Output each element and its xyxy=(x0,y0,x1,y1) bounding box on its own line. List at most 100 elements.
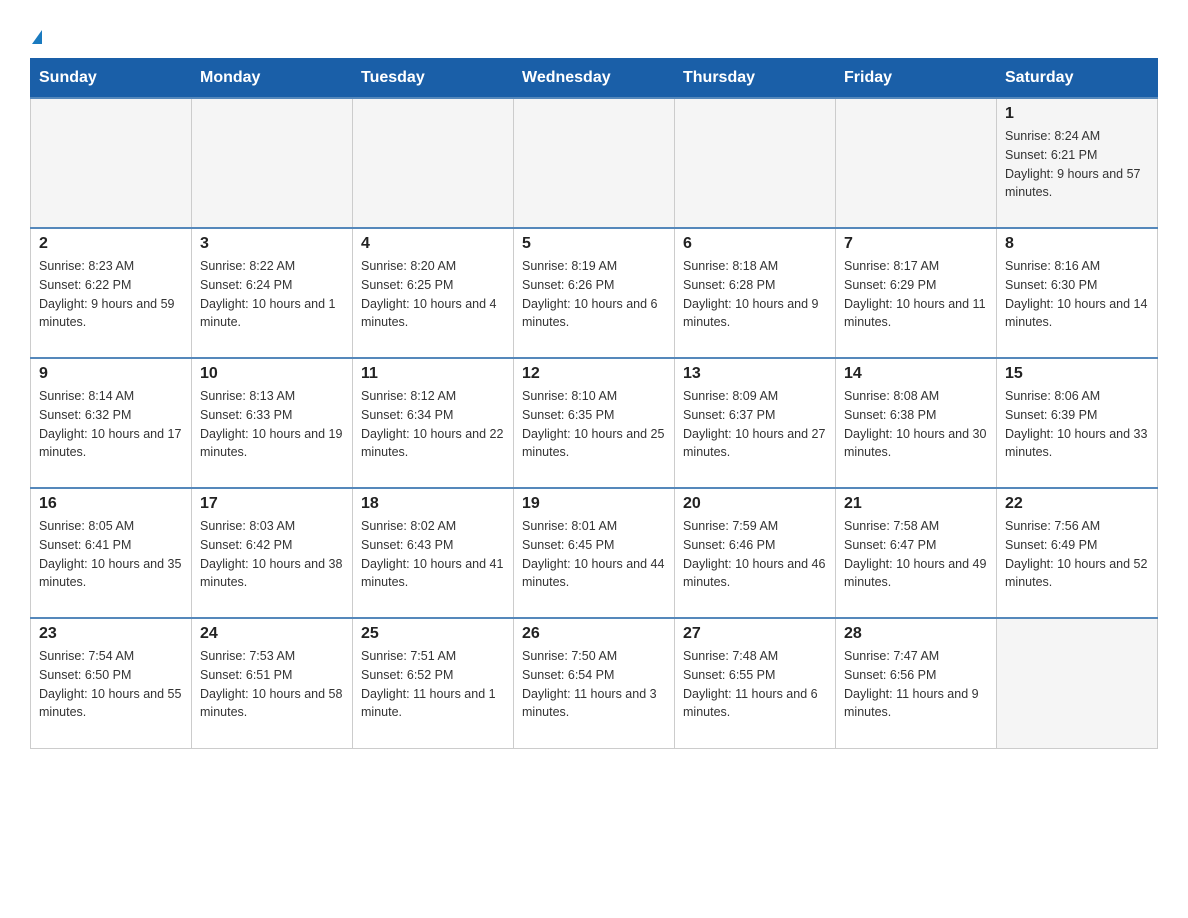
day-info: Sunrise: 7:54 AM Sunset: 6:50 PM Dayligh… xyxy=(39,647,183,722)
calendar-cell: 1 Sunrise: 8:24 AM Sunset: 6:21 PM Daylig… xyxy=(997,98,1158,228)
day-info: Sunrise: 7:56 AM Sunset: 6:49 PM Dayligh… xyxy=(1005,517,1149,592)
calendar-cell xyxy=(514,98,675,228)
calendar-cell: 19Sunrise: 8:01 AM Sunset: 6:45 PM Dayli… xyxy=(514,488,675,618)
day-info: Sunrise: 8:12 AM Sunset: 6:34 PM Dayligh… xyxy=(361,387,505,462)
calendar-cell: 23 Sunrise: 7:54 AM Sunset: 6:50 PM Dayli… xyxy=(31,618,192,748)
calendar-cell: 4 Sunrise: 8:20 AM Sunset: 6:25 PM Daylig… xyxy=(353,228,514,358)
day-number: 23 xyxy=(39,625,183,643)
calendar-cell: 24 Sunrise: 7:53 AM Sunset: 6:51 PM Dayli… xyxy=(192,618,353,748)
header-cell-monday: Monday xyxy=(192,59,353,99)
day-number: 5 xyxy=(522,235,666,253)
calendar-table: SundayMondayTuesdayWednesdayThursdayFrid… xyxy=(30,58,1158,749)
day-info: Sunrise: 7:53 AM Sunset: 6:51 PM Dayligh… xyxy=(200,647,344,722)
day-number: 22 xyxy=(1005,495,1149,513)
calendar-cell: 3 Sunrise: 8:22 AM Sunset: 6:24 PM Daylig… xyxy=(192,228,353,358)
calendar-cell xyxy=(31,98,192,228)
day-number: 28 xyxy=(844,625,988,643)
calendar-cell: 12 Sunrise: 8:10 AM Sunset: 6:35 PM Dayli… xyxy=(514,358,675,488)
day-number: 2 xyxy=(39,235,183,253)
day-number: 12 xyxy=(522,365,666,383)
day-number: 8 xyxy=(1005,235,1149,253)
day-info: Sunrise: 8:09 AM Sunset: 6:37 PM Dayligh… xyxy=(683,387,827,462)
header-row: SundayMondayTuesdayWednesdayThursdayFrid… xyxy=(31,59,1158,99)
logo-triangle-icon xyxy=(32,30,42,44)
day-number: 7 xyxy=(844,235,988,253)
day-info: Sunrise: 8:19 AM Sunset: 6:26 PM Dayligh… xyxy=(522,257,666,332)
calendar-cell: 25 Sunrise: 7:51 AM Sunset: 6:52 PM Dayli… xyxy=(353,618,514,748)
day-info: Sunrise: 8:16 AM Sunset: 6:30 PM Dayligh… xyxy=(1005,257,1149,332)
day-number: 20 xyxy=(683,495,827,513)
header-cell-thursday: Thursday xyxy=(675,59,836,99)
calendar-cell: 11 Sunrise: 8:12 AM Sunset: 6:34 PM Dayli… xyxy=(353,358,514,488)
logo-general-line xyxy=(30,20,42,48)
day-number: 26 xyxy=(522,625,666,643)
day-info: Sunrise: 8:18 AM Sunset: 6:28 PM Dayligh… xyxy=(683,257,827,332)
calendar-week-2: 2 Sunrise: 8:23 AM Sunset: 6:22 PM Daylig… xyxy=(31,228,1158,358)
day-number: 16 xyxy=(39,495,183,513)
calendar-cell: 8 Sunrise: 8:16 AM Sunset: 6:30 PM Daylig… xyxy=(997,228,1158,358)
day-number: 18 xyxy=(361,495,505,513)
calendar-cell: 16 Sunrise: 8:05 AM Sunset: 6:41 PM Dayli… xyxy=(31,488,192,618)
calendar-cell: 10Sunrise: 8:13 AM Sunset: 6:33 PM Dayli… xyxy=(192,358,353,488)
calendar-cell xyxy=(836,98,997,228)
calendar-cell xyxy=(675,98,836,228)
day-number: 17 xyxy=(200,495,344,513)
calendar-cell xyxy=(353,98,514,228)
day-info: Sunrise: 7:48 AM Sunset: 6:55 PM Dayligh… xyxy=(683,647,827,722)
day-number: 14 xyxy=(844,365,988,383)
calendar-cell xyxy=(192,98,353,228)
calendar-cell: 13 Sunrise: 8:09 AM Sunset: 6:37 PM Dayli… xyxy=(675,358,836,488)
calendar-week-4: 16 Sunrise: 8:05 AM Sunset: 6:41 PM Dayli… xyxy=(31,488,1158,618)
calendar-body: 1 Sunrise: 8:24 AM Sunset: 6:21 PM Daylig… xyxy=(31,98,1158,748)
day-number: 21 xyxy=(844,495,988,513)
day-info: Sunrise: 8:10 AM Sunset: 6:35 PM Dayligh… xyxy=(522,387,666,462)
day-info: Sunrise: 8:23 AM Sunset: 6:22 PM Dayligh… xyxy=(39,257,183,332)
day-number: 24 xyxy=(200,625,344,643)
calendar-cell: 18 Sunrise: 8:02 AM Sunset: 6:43 PM Dayli… xyxy=(353,488,514,618)
day-number: 11 xyxy=(361,365,505,383)
logo xyxy=(30,20,42,48)
day-info: Sunrise: 8:06 AM Sunset: 6:39 PM Dayligh… xyxy=(1005,387,1149,462)
day-info: Sunrise: 8:08 AM Sunset: 6:38 PM Dayligh… xyxy=(844,387,988,462)
calendar-cell: 22 Sunrise: 7:56 AM Sunset: 6:49 PM Dayli… xyxy=(997,488,1158,618)
calendar-cell: 17 Sunrise: 8:03 AM Sunset: 6:42 PM Dayli… xyxy=(192,488,353,618)
day-info: Sunrise: 8:01 AM Sunset: 6:45 PM Dayligh… xyxy=(522,517,666,592)
day-number: 10 xyxy=(200,365,344,383)
day-info: Sunrise: 7:50 AM Sunset: 6:54 PM Dayligh… xyxy=(522,647,666,722)
calendar-cell: 2 Sunrise: 8:23 AM Sunset: 6:22 PM Daylig… xyxy=(31,228,192,358)
calendar-cell: 5 Sunrise: 8:19 AM Sunset: 6:26 PM Daylig… xyxy=(514,228,675,358)
calendar-cell: 21 Sunrise: 7:58 AM Sunset: 6:47 PM Dayli… xyxy=(836,488,997,618)
day-info: Sunrise: 7:47 AM Sunset: 6:56 PM Dayligh… xyxy=(844,647,988,722)
header-cell-saturday: Saturday xyxy=(997,59,1158,99)
header-cell-wednesday: Wednesday xyxy=(514,59,675,99)
header-cell-friday: Friday xyxy=(836,59,997,99)
calendar-week-5: 23 Sunrise: 7:54 AM Sunset: 6:50 PM Dayli… xyxy=(31,618,1158,748)
day-info: Sunrise: 8:14 AM Sunset: 6:32 PM Dayligh… xyxy=(39,387,183,462)
day-info: Sunrise: 8:22 AM Sunset: 6:24 PM Dayligh… xyxy=(200,257,344,332)
day-info: Sunrise: 7:51 AM Sunset: 6:52 PM Dayligh… xyxy=(361,647,505,722)
day-number: 13 xyxy=(683,365,827,383)
day-number: 4 xyxy=(361,235,505,253)
calendar-cell: 9 Sunrise: 8:14 AM Sunset: 6:32 PM Daylig… xyxy=(31,358,192,488)
day-info: Sunrise: 8:24 AM Sunset: 6:21 PM Dayligh… xyxy=(1005,127,1149,202)
calendar-cell: 20 Sunrise: 7:59 AM Sunset: 6:46 PM Dayli… xyxy=(675,488,836,618)
day-number: 6 xyxy=(683,235,827,253)
day-info: Sunrise: 8:17 AM Sunset: 6:29 PM Dayligh… xyxy=(844,257,988,332)
day-info: Sunrise: 8:02 AM Sunset: 6:43 PM Dayligh… xyxy=(361,517,505,592)
day-info: Sunrise: 8:20 AM Sunset: 6:25 PM Dayligh… xyxy=(361,257,505,332)
calendar-cell: 14 Sunrise: 8:08 AM Sunset: 6:38 PM Dayli… xyxy=(836,358,997,488)
day-info: Sunrise: 8:03 AM Sunset: 6:42 PM Dayligh… xyxy=(200,517,344,592)
day-info: Sunrise: 7:59 AM Sunset: 6:46 PM Dayligh… xyxy=(683,517,827,592)
calendar-week-3: 9 Sunrise: 8:14 AM Sunset: 6:32 PM Daylig… xyxy=(31,358,1158,488)
day-info: Sunrise: 7:58 AM Sunset: 6:47 PM Dayligh… xyxy=(844,517,988,592)
calendar-cell: 28 Sunrise: 7:47 AM Sunset: 6:56 PM Dayli… xyxy=(836,618,997,748)
calendar-cell: 6 Sunrise: 8:18 AM Sunset: 6:28 PM Daylig… xyxy=(675,228,836,358)
day-number: 9 xyxy=(39,365,183,383)
day-number: 25 xyxy=(361,625,505,643)
day-info: Sunrise: 8:05 AM Sunset: 6:41 PM Dayligh… xyxy=(39,517,183,592)
day-number: 27 xyxy=(683,625,827,643)
calendar-cell: 15Sunrise: 8:06 AM Sunset: 6:39 PM Dayli… xyxy=(997,358,1158,488)
day-number: 1 xyxy=(1005,105,1149,123)
page-header xyxy=(30,20,1158,48)
day-number: 3 xyxy=(200,235,344,253)
